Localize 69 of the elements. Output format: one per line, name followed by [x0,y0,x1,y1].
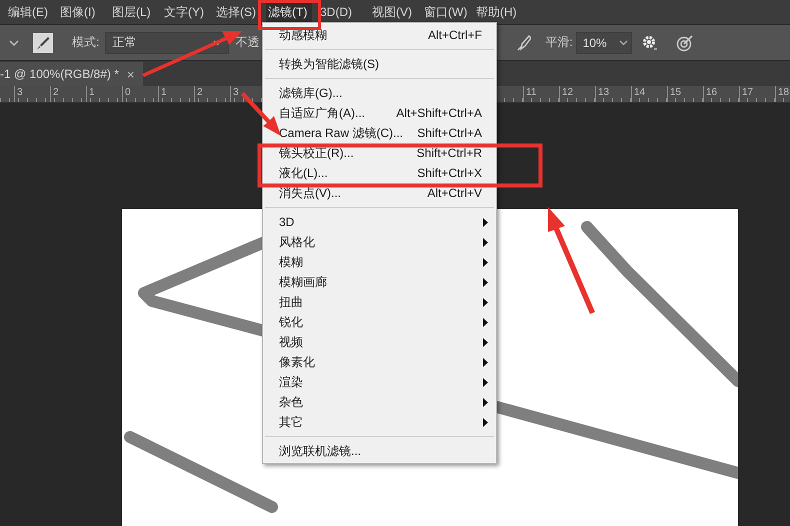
submenu-arrow-icon [483,418,488,426]
menu-option[interactable]: 动感模糊 Alt+Ctrl+F [263,25,496,45]
menu-option[interactable]: 消失点(V)... Alt+Ctrl+V [263,183,496,203]
target-icon[interactable] [676,34,694,52]
close-icon[interactable]: × [126,66,134,82]
submenu-arrow-icon [483,258,488,266]
ruler-number: 15 [667,86,703,102]
submenu-option[interactable]: 模糊画廊 [263,272,496,292]
menu-option[interactable]: 滤镜库(G)... [263,83,496,103]
menu-option[interactable]: 镜头校正(R)... Shift+Ctrl+R [263,143,496,163]
smoothing-label: 平滑: [545,34,573,51]
submenu-arrow-icon [483,358,488,366]
submenu-arrow-icon [483,278,488,286]
menu-item[interactable]: 编辑(E) [6,0,52,24]
submenu-option[interactable]: 风格化 [263,232,496,252]
menu-item[interactable]: 图层(L) [110,0,156,24]
brush-icon[interactable] [33,32,53,52]
menu-option[interactable]: 浏览联机滤镜... [263,441,496,461]
menu-option[interactable]: Camera Raw 滤镜(C)... Shift+Ctrl+A [263,123,496,143]
ruler-number: 3 [14,86,50,102]
mode-label: 模式: [72,34,100,51]
submenu-option[interactable]: 3D [263,212,496,232]
arrow-annotation [241,92,281,136]
ruler-number: 16 [703,86,739,102]
submenu-arrow-icon [483,298,488,306]
document-tab[interactable]: -1 @ 100%(RGB/8#) * × [0,62,142,86]
menu-option[interactable]: 自适应广角(A)... Alt+Shift+Ctrl+A [263,103,496,123]
menu-item[interactable]: 窗口(W) [422,0,468,24]
highlight-box [258,0,321,30]
submenu-arrow-icon [483,218,488,226]
submenu-option[interactable]: 杂色 [263,392,496,412]
menu-item[interactable]: 图像(I) [58,0,104,24]
menu-item[interactable]: 视图(V) [370,0,416,24]
submenu-arrow-icon [483,238,488,246]
ruler-number: 17 [739,86,775,102]
mode-dropdown[interactable]: 正常 [105,32,230,54]
submenu-arrow-icon [483,318,488,326]
submenu-option[interactable]: 渲染 [263,372,496,392]
ruler-number: 13 [595,86,631,102]
pen-icon[interactable] [517,34,532,50]
ruler-number: 2 [194,86,230,102]
submenu-arrow-icon [483,398,488,406]
ruler-number: 2 [50,86,86,102]
smoothing-dropdown[interactable]: 10% [576,32,632,54]
menu-option[interactable]: 液化(L)... Shift+Ctrl+X [263,163,496,183]
submenu-arrow-icon [483,378,488,386]
ruler-number: 11 [523,86,559,102]
menu-option[interactable]: 转换为智能滤镜(S) [263,54,496,74]
submenu-arrow-icon [483,338,488,346]
ruler-number: 1 [158,86,194,102]
ruler-number: 12 [559,86,595,102]
submenu-option[interactable]: 扭曲 [263,292,496,312]
submenu-option[interactable]: 其它 [263,412,496,432]
caret-icon[interactable] [9,38,19,46]
menu-item[interactable]: 帮助(H) [474,0,520,24]
ruler-number: 18 [775,86,790,102]
submenu-option[interactable]: 模糊 [263,252,496,272]
menu-item[interactable]: 文字(Y) [162,0,208,24]
submenu-option[interactable]: 像素化 [263,352,496,372]
settings-icon[interactable] [642,34,658,50]
ruler-number: 14 [631,86,667,102]
submenu-option[interactable]: 视频 [263,332,496,352]
caret-icon [618,40,628,46]
menu-item[interactable]: 选择(S) [214,0,260,24]
opacity-label: 不透 [235,34,260,51]
menu-item[interactable]: 3D(D) [318,0,364,24]
submenu-option[interactable]: 锐化 [263,312,496,332]
ruler-number: 0 [122,86,158,102]
ruler-number: 1 [86,86,122,102]
